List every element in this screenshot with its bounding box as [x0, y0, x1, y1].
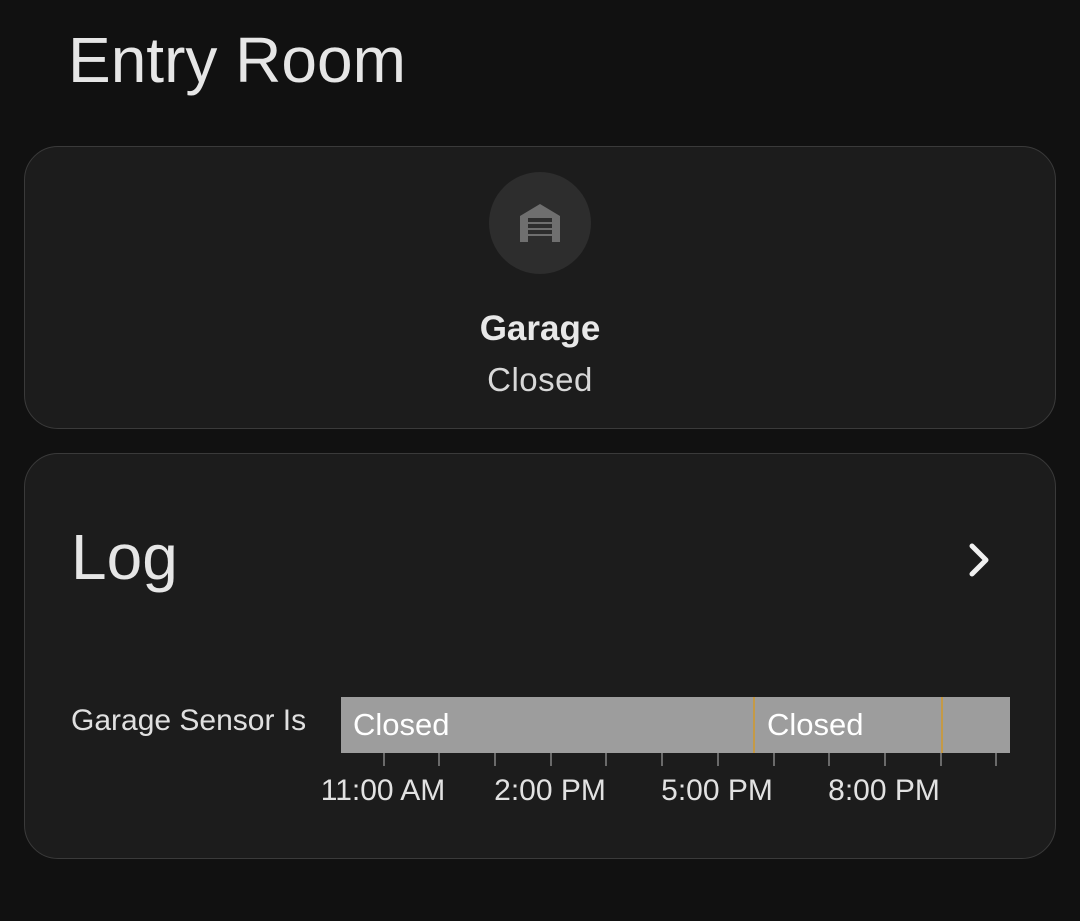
axis-label: 8:00 PM: [828, 774, 940, 807]
axis-tick: [717, 753, 719, 766]
log-title: Log: [71, 521, 178, 593]
axis-label: 11:00 AM: [320, 774, 446, 807]
log-more-button[interactable]: [955, 536, 1003, 584]
timeline-segment[interactable]: Closed: [755, 697, 941, 753]
timeline-segment[interactable]: Closed: [341, 697, 753, 753]
page-title: Entry Room: [68, 24, 406, 96]
axis-tick: [940, 753, 942, 766]
axis-tick: [605, 753, 607, 766]
timeline-segment-label: Closed: [767, 707, 864, 742]
timeline-axis-ticks: [341, 753, 1010, 767]
entity-name: Garage: [479, 309, 601, 348]
history-timeline[interactable]: Closed Closed: [341, 697, 1010, 753]
axis-label: 5:00 PM: [661, 774, 773, 807]
entity-state: Closed: [487, 361, 593, 398]
axis-tick: [550, 753, 552, 766]
axis-tick: [773, 753, 775, 766]
axis-tick: [884, 753, 886, 766]
axis-label: 2:00 PM: [494, 774, 606, 807]
garage-icon: [520, 204, 560, 242]
axis-tick: [438, 753, 440, 766]
axis-tick: [661, 753, 663, 766]
history-row-label: Garage Sensor Is: [71, 704, 307, 737]
axis-tick: [828, 753, 830, 766]
garage-icon-container: [489, 172, 591, 274]
log-card: Log Garage Sensor Is Closed Closed 11:00…: [24, 453, 1056, 859]
axis-tick: [383, 753, 385, 766]
chevron-right-icon: [969, 543, 989, 577]
axis-tick: [494, 753, 496, 766]
timeline-segment[interactable]: [943, 697, 1010, 753]
garage-tile-card[interactable]: Garage Closed: [24, 146, 1056, 429]
axis-tick: [995, 753, 997, 766]
timeline-segment-label: Closed: [353, 707, 450, 742]
